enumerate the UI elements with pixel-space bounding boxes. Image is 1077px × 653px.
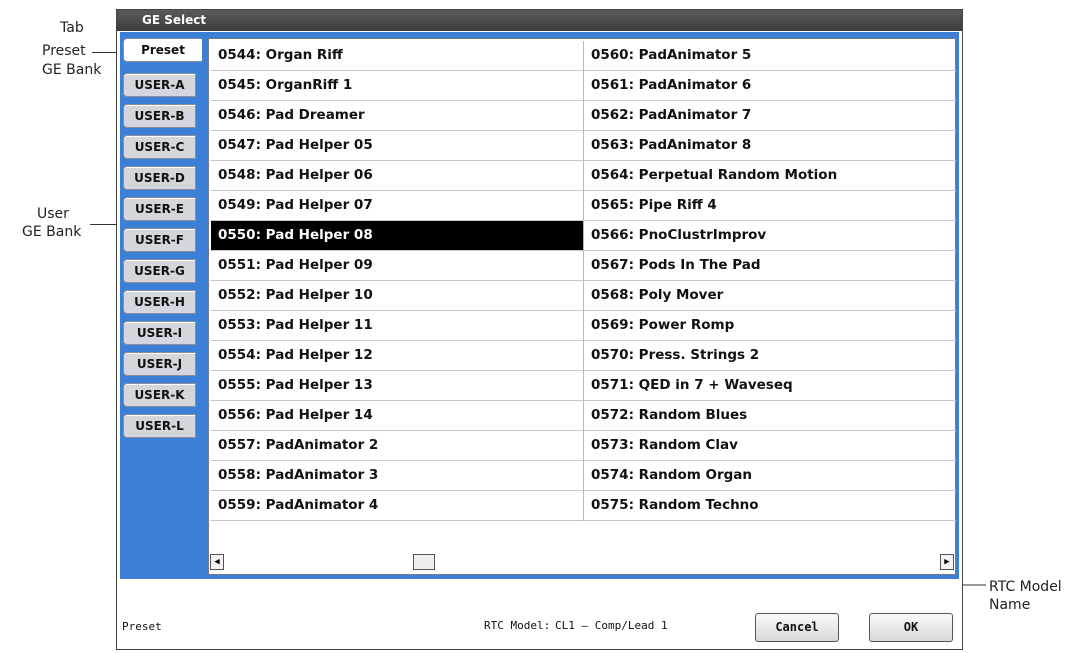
list-item[interactable]: 0552: Pad Helper 10 <box>211 281 583 311</box>
list-item[interactable]: 0555: Pad Helper 13 <box>211 371 583 401</box>
arrow-right-icon[interactable]: ▶ <box>940 554 954 570</box>
list-item[interactable]: 0570: Press. Strings 2 <box>584 341 956 371</box>
tab-user-i[interactable]: USER-I <box>123 321 196 345</box>
list-item[interactable]: 0547: Pad Helper 05 <box>211 131 583 161</box>
rtc-model-value: CL1 – Comp/Lead 1 <box>555 619 668 632</box>
list-item[interactable]: 0548: Pad Helper 06 <box>211 161 583 191</box>
tab-user-b[interactable]: USER-B <box>123 104 196 128</box>
horizontal-scrollbar[interactable]: ◀ ▶ <box>210 554 954 572</box>
bank-name-label: Preset <box>122 620 162 633</box>
tab-user-g[interactable]: USER-G <box>123 259 196 283</box>
list-item[interactable]: 0554: Pad Helper 12 <box>211 341 583 371</box>
list-item[interactable]: 0544: Organ Riff <box>211 41 583 71</box>
list-item[interactable]: 0557: PadAnimator 2 <box>211 431 583 461</box>
ok-button[interactable]: OK <box>869 613 953 642</box>
ge-list: 0544: Organ Riff 0545: OrganRiff 1 0546:… <box>208 38 956 575</box>
list-item[interactable]: 0573: Random Clav <box>584 431 956 461</box>
list-item[interactable]: 0569: Power Romp <box>584 311 956 341</box>
annotation-user-bank-1: User <box>37 206 69 222</box>
list-item[interactable]: 0559: PadAnimator 4 <box>211 491 583 521</box>
tab-user-f[interactable]: USER-F <box>123 228 196 252</box>
arrow-left-icon[interactable]: ◀ <box>210 554 224 570</box>
list-item[interactable]: 0564: Perpetual Random Motion <box>584 161 956 191</box>
list-item[interactable]: 0566: PnoClustrImprov <box>584 221 956 251</box>
list-item[interactable]: 0567: Pods In The Pad <box>584 251 956 281</box>
list-item[interactable]: 0545: OrganRiff 1 <box>211 71 583 101</box>
annotation-preset-bank-2: GE Bank <box>42 62 102 78</box>
bank-tab-panel: Preset USER-A USER-B USER-C USER-D USER-… <box>120 32 202 579</box>
tab-user-l[interactable]: USER-L <box>123 414 196 438</box>
list-item[interactable]: 0561: PadAnimator 6 <box>584 71 956 101</box>
tab-user-a[interactable]: USER-A <box>123 73 196 97</box>
ge-list-column-right: 0560: PadAnimator 5 0561: PadAnimator 6 … <box>583 41 956 521</box>
list-item[interactable]: 0568: Poly Mover <box>584 281 956 311</box>
tab-user-e[interactable]: USER-E <box>123 197 196 221</box>
tab-user-j[interactable]: USER-J <box>123 352 196 376</box>
rtc-model-label: RTC Model: <box>484 619 551 632</box>
annotation-rtc-1: RTC Model <box>989 579 1062 595</box>
list-item[interactable]: 0571: QED in 7 + Waveseq <box>584 371 956 401</box>
list-item[interactable]: 0563: PadAnimator 8 <box>584 131 956 161</box>
list-item[interactable]: 0556: Pad Helper 14 <box>211 401 583 431</box>
list-item[interactable]: 0574: Random Organ <box>584 461 956 491</box>
scrollbar-thumb[interactable] <box>413 554 435 570</box>
list-item[interactable]: 0551: Pad Helper 09 <box>211 251 583 281</box>
dialog-title: GE Select <box>117 10 962 31</box>
ge-list-column-left: 0544: Organ Riff 0545: OrganRiff 1 0546:… <box>211 41 583 521</box>
tab-user-d[interactable]: USER-D <box>123 166 196 190</box>
list-item[interactable]: 0558: PadAnimator 3 <box>211 461 583 491</box>
tab-user-k[interactable]: USER-K <box>123 383 196 407</box>
ge-select-dialog: GE Select Preset USER-A USER-B USER-C US… <box>116 9 963 650</box>
list-item[interactable]: 0553: Pad Helper 11 <box>211 311 583 341</box>
list-item[interactable]: 0565: Pipe Riff 4 <box>584 191 956 221</box>
list-item[interactable]: 0572: Random Blues <box>584 401 956 431</box>
annotation-user-bank-2: GE Bank <box>22 224 82 240</box>
list-item[interactable]: 0562: PadAnimator 7 <box>584 101 956 131</box>
annotation-tab: Tab <box>60 20 84 36</box>
cancel-button[interactable]: Cancel <box>755 613 839 642</box>
tab-preset[interactable]: Preset <box>123 38 202 62</box>
list-item[interactable]: 0560: PadAnimator 5 <box>584 41 956 71</box>
ge-list-area: 0544: Organ Riff 0545: OrganRiff 1 0546:… <box>202 32 959 579</box>
annotation-preset-bank-1: Preset <box>42 43 86 59</box>
list-item[interactable]: 0546: Pad Dreamer <box>211 101 583 131</box>
list-item[interactable]: 0575: Random Techno <box>584 491 956 521</box>
tab-user-h[interactable]: USER-H <box>123 290 196 314</box>
tab-user-c[interactable]: USER-C <box>123 135 196 159</box>
annotation-rtc-2: Name <box>989 597 1031 613</box>
list-item-selected[interactable]: 0550: Pad Helper 08 <box>211 221 583 251</box>
list-item[interactable]: 0549: Pad Helper 07 <box>211 191 583 221</box>
